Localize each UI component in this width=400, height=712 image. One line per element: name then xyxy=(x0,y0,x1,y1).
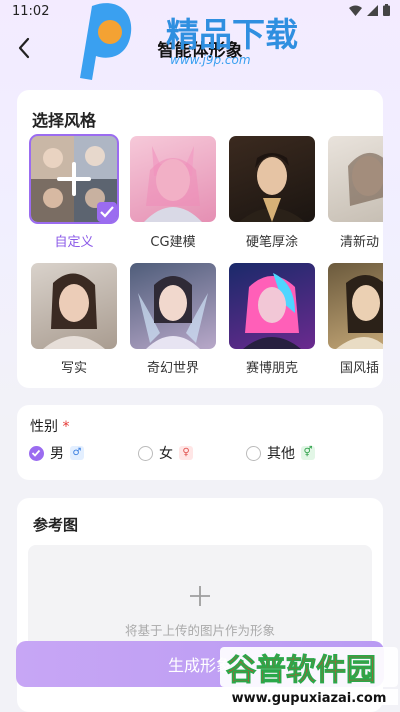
style-tile-cg[interactable] xyxy=(130,136,216,222)
gender-option-other-label: 其他 xyxy=(267,446,295,462)
style-tile-oil[interactable] xyxy=(229,136,315,222)
gender-option-female-label: 女 xyxy=(159,446,173,462)
style-section-title: 选择风格 xyxy=(32,111,97,130)
watermark-top-text: 精品下载 xyxy=(166,15,298,54)
status-icons xyxy=(349,4,390,16)
style-label-realistic: 写实 xyxy=(60,361,87,376)
watermark-logo-top: 精品下载 www.j9p.com xyxy=(74,0,334,84)
watermark-bottom-url: www.gupuxiazai.com xyxy=(232,691,387,706)
watermark-top-url: www.j9p.com xyxy=(170,53,251,67)
battery-icon xyxy=(383,4,390,16)
style-label-custom: 自定义 xyxy=(54,235,94,250)
other-gender-symbol-icon: ⚥ xyxy=(301,446,315,460)
style-label-oil: 硬笔厚涂 xyxy=(245,235,298,250)
style-tile-fresh[interactable] xyxy=(328,136,383,222)
signal-icon xyxy=(367,4,378,16)
style-label-fantasy: 奇幻世界 xyxy=(146,361,199,376)
style-tile-custom[interactable] xyxy=(29,134,119,224)
gender-option-female[interactable]: 女 ♀ xyxy=(138,443,193,463)
plus-icon xyxy=(190,586,210,606)
style-tile-cyberpunk[interactable] xyxy=(229,263,315,349)
status-time: 11:02 xyxy=(12,4,50,19)
radio-unchecked-icon[interactable] xyxy=(246,445,261,461)
gender-option-other[interactable]: 其他 ⚥ xyxy=(246,443,315,463)
male-symbol-icon: ♂ xyxy=(70,446,84,460)
required-mark: * xyxy=(62,419,70,435)
upload-hint: 将基于上传的图片作为形象 xyxy=(124,623,275,638)
reference-section-title: 参考图 xyxy=(33,516,79,534)
gender-option-male[interactable]: 男 ♂ xyxy=(29,443,84,463)
style-tile-realistic[interactable] xyxy=(31,263,117,349)
watermark-logo-bottom: 谷普软件园 www.gupuxiazai.com xyxy=(220,645,398,707)
radio-checked-icon[interactable] xyxy=(29,445,44,461)
style-label-cyberpunk: 赛博朋克 xyxy=(245,361,298,376)
style-tile-fantasy[interactable] xyxy=(130,263,216,349)
female-symbol-icon: ♀ xyxy=(179,446,193,460)
radio-unchecked-icon[interactable] xyxy=(138,445,153,461)
style-label-guofeng: 国风插 xyxy=(340,361,380,376)
gender-label: 性别 * xyxy=(30,416,69,436)
style-tile-guofeng[interactable] xyxy=(328,263,383,349)
style-label-fresh: 清新动 xyxy=(340,235,380,250)
wifi-icon xyxy=(349,5,362,16)
watermark-bottom-text: 谷普软件园 xyxy=(226,653,376,688)
gender-label-text: 性别 xyxy=(30,419,58,435)
style-label-cg: CG建模 xyxy=(150,235,196,250)
gender-option-male-label: 男 xyxy=(50,446,64,462)
